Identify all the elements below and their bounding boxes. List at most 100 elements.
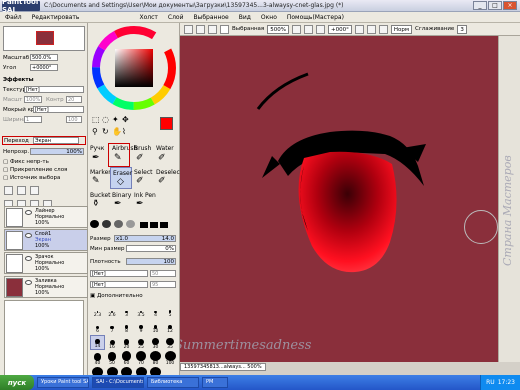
drawing-canvas[interactable]: Summertimesadness <box>180 36 498 362</box>
brush-size-preset[interactable]: 60 <box>119 351 134 366</box>
vertical-scrollbar[interactable]: Страна Мастеров <box>498 36 520 362</box>
brush-size-preset[interactable]: 3 <box>119 303 134 318</box>
deselect-icon[interactable] <box>196 24 205 34</box>
select-tool-icon[interactable] <box>184 24 193 34</box>
brush-texture-amount[interactable]: 95 <box>150 281 176 288</box>
brush-size-preset[interactable]: 16 <box>105 335 120 350</box>
new-linework-layer-icon[interactable] <box>17 186 26 195</box>
brush-size-preset[interactable]: 4 <box>148 303 163 318</box>
layer-item[interactable]: Зрачок Нормально 100% <box>4 252 88 274</box>
layer-item-selected[interactable]: Слой1 Экран 100% <box>4 229 88 251</box>
menu-selection[interactable]: Выбранное <box>189 14 234 21</box>
brush-size-preset[interactable]: 40 <box>90 351 105 366</box>
rect-select-icon[interactable]: ⬚ <box>92 115 100 124</box>
menu-file[interactable]: Файл <box>0 14 27 21</box>
language-indicator[interactable]: RU <box>486 379 495 386</box>
mode-field[interactable]: Норм <box>390 24 412 34</box>
brush-size-preset[interactable]: 50 <box>105 351 120 366</box>
edge-strength-input[interactable]: 100 <box>66 116 82 123</box>
task-pm[interactable]: PM <box>202 377 228 388</box>
tool-inkpen[interactable]: Ink Pen <box>134 192 156 199</box>
zoom-reset-icon[interactable] <box>315 24 325 34</box>
start-button[interactable]: пуск <box>0 375 34 390</box>
zoom-out-icon[interactable] <box>291 24 301 34</box>
task-library[interactable]: Библиотека <box>147 377 199 388</box>
rotate-left-icon[interactable] <box>354 24 364 34</box>
brush-size-preset[interactable]: 10 <box>148 319 163 334</box>
brush-size-preset[interactable]: 6 <box>90 319 105 334</box>
color-wheel[interactable] <box>92 26 176 110</box>
brush-size-preset[interactable]: 14 <box>90 335 105 350</box>
tool-binary[interactable]: Binary <box>112 192 131 199</box>
document-tab[interactable]: 13597345813...always... 500% <box>180 362 266 371</box>
clipping-option[interactable]: ▢ Прикрепление слоя <box>3 167 67 173</box>
rotate-right-icon[interactable] <box>366 24 376 34</box>
texture-scale-input[interactable]: 100% <box>24 96 42 103</box>
layer-list-empty-area[interactable] <box>4 300 84 385</box>
brush-size-preset[interactable]: 80 <box>148 351 163 366</box>
rotate-icon[interactable]: ↻ <box>102 127 109 136</box>
menu-window[interactable]: Окно <box>256 14 282 21</box>
shape-softer-icon[interactable] <box>114 220 123 228</box>
brush-texture-select[interactable]: [Нет] <box>90 281 148 288</box>
eye-icon[interactable] <box>25 210 32 215</box>
opacity-slider[interactable]: 100% <box>30 148 84 155</box>
brush-size-preset[interactable]: 7 <box>105 319 120 334</box>
brush-size-preset[interactable]: 35 <box>163 335 178 350</box>
shape-block3-icon[interactable] <box>160 222 168 228</box>
zoom-icon[interactable]: ⚲ <box>92 127 98 136</box>
zoom-input[interactable]: 500.0% <box>30 54 58 61</box>
tool-pen[interactable]: Ручк <box>90 145 104 152</box>
tool-deselect[interactable]: Deselect <box>156 169 182 176</box>
brush-size-preset[interactable]: 30 <box>148 335 163 350</box>
shape-flat-icon[interactable] <box>126 220 135 228</box>
close-button[interactable]: × <box>503 1 517 10</box>
brush-shape-select[interactable]: [Нет] <box>90 270 148 277</box>
move-icon[interactable]: ✥ <box>122 115 129 124</box>
eye-icon[interactable] <box>25 280 32 285</box>
brush-size-preset[interactable]: 20 <box>119 335 134 350</box>
foreground-color-swatch[interactable] <box>160 117 173 130</box>
eye-icon[interactable] <box>25 256 32 261</box>
eye-icon[interactable] <box>25 233 32 238</box>
brush-size-preset[interactable]: 9 <box>134 319 149 334</box>
navigator-preview[interactable] <box>3 26 85 51</box>
tool-brush[interactable]: Brush <box>134 145 151 152</box>
lasso-icon[interactable]: ◌ <box>102 115 109 124</box>
shape-block1-icon[interactable] <box>140 222 148 228</box>
checkbox-icon[interactable] <box>220 24 229 34</box>
brush-size-preset[interactable]: 12 <box>163 319 178 334</box>
invert-icon[interactable] <box>208 24 217 34</box>
shape-soft-icon[interactable] <box>102 220 111 228</box>
brush-size-preset[interactable]: 3.5 <box>134 303 149 318</box>
minimize-button[interactable]: _ <box>473 1 487 10</box>
hand-icon[interactable]: ✋ <box>112 127 122 136</box>
menu-layer[interactable]: Слой <box>163 14 189 21</box>
layer-item[interactable]: Лайнер Нормально 100% <box>4 206 88 228</box>
brush-size-preset[interactable]: 70 <box>134 351 149 366</box>
eyedropper-icon[interactable]: ⌇ <box>122 127 126 136</box>
new-folder-icon[interactable] <box>30 186 39 195</box>
stabilizer-field[interactable]: 3 <box>457 24 467 34</box>
rotation-field[interactable]: +000° <box>327 24 352 34</box>
layer-item[interactable]: Заливка Нормально 100% <box>4 276 88 298</box>
flip-icon[interactable] <box>378 24 388 34</box>
blend-mode-select[interactable]: Экран <box>33 137 79 144</box>
tool-bucket[interactable]: Bucket <box>90 192 111 199</box>
blend-mode-row[interactable]: Переход Экран <box>2 136 86 145</box>
menu-canvas[interactable]: Холст <box>134 14 162 21</box>
angle-input[interactable]: +0000° <box>30 64 58 71</box>
density-slider[interactable]: 100 <box>126 258 176 265</box>
size-slider[interactable]: x1.0 14.0 <box>114 235 176 242</box>
new-layer-icon[interactable] <box>4 186 13 195</box>
brush-size-preset[interactable]: 2.3 <box>90 303 105 318</box>
wet-edge-select[interactable]: [Нет] <box>33 106 84 113</box>
brush-size-preset[interactable]: 100 <box>163 351 178 366</box>
selection-source-option[interactable]: ▢ Источник выбора <box>3 175 60 181</box>
zoom-in-icon[interactable] <box>303 24 313 34</box>
edge-width-input[interactable]: 1 <box>24 116 42 123</box>
brush-size-preset[interactable]: 8 <box>119 319 134 334</box>
tool-marker[interactable]: Marker <box>90 169 111 176</box>
advanced-settings-toggle[interactable]: ▣ Дополнительно <box>90 293 143 299</box>
min-size-slider[interactable]: 0% <box>126 245 176 252</box>
